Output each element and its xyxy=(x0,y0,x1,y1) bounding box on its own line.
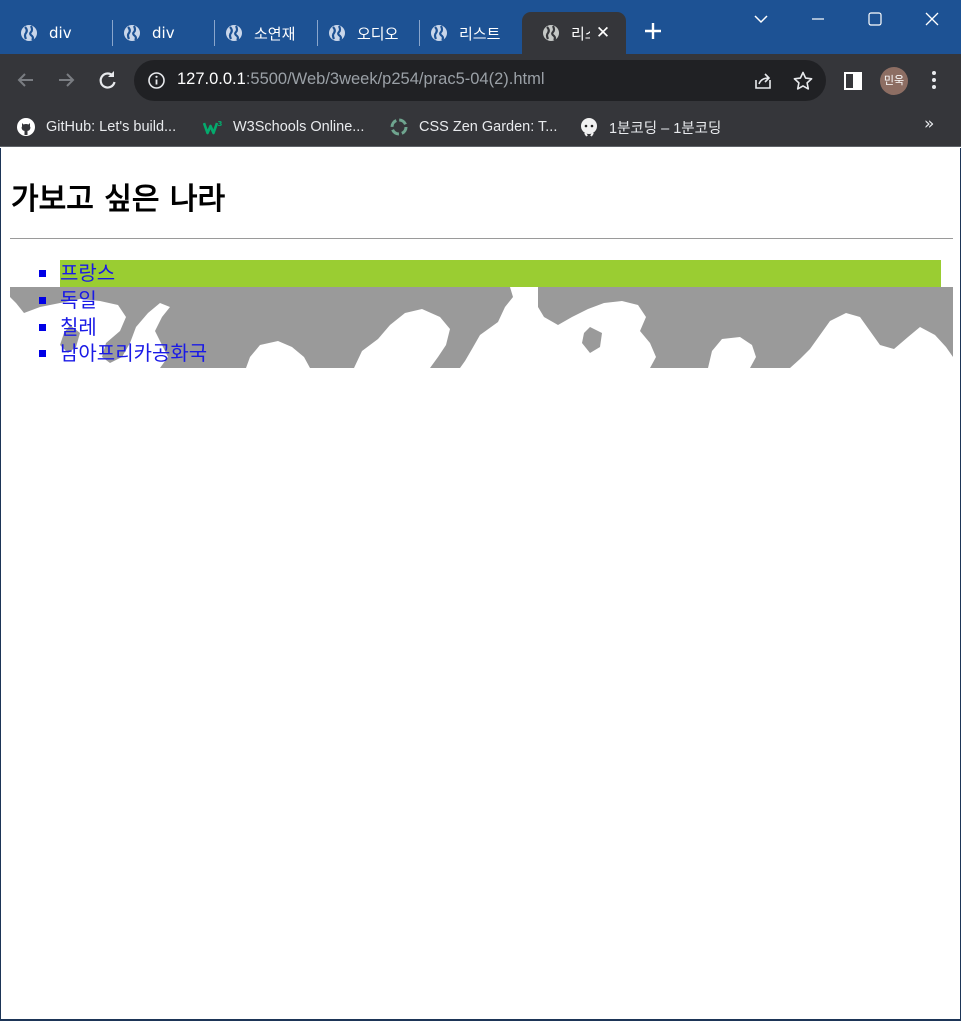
svg-text:3: 3 xyxy=(218,120,223,128)
tab-strip: div div 소연재 오디오 리스트 리스트 ✕ xyxy=(0,0,961,54)
country-list: 프랑스 독일 칠레 남아프리카공화국 xyxy=(10,260,953,368)
tab-search-chevron-icon[interactable] xyxy=(738,0,784,40)
bookmark-star-icon[interactable] xyxy=(792,70,814,92)
1min-coding-icon xyxy=(581,118,597,137)
tab-list[interactable]: 리스트 xyxy=(410,12,522,54)
url-host: 127.0.0.1 xyxy=(177,70,246,88)
github-icon xyxy=(17,118,35,136)
country-link-chile[interactable]: 칠레 xyxy=(60,314,97,341)
list-item: 칠레 xyxy=(10,314,953,341)
tab-list-active[interactable]: 리스트 ✕ xyxy=(522,12,626,54)
menu-dots-icon[interactable] xyxy=(924,68,944,92)
tab-soyeonjae[interactable]: 소연재 xyxy=(205,12,317,54)
more-bookmarks-chevron[interactable]: » xyxy=(924,114,934,134)
minimize-icon[interactable] xyxy=(795,0,841,40)
country-link-france[interactable]: 프랑스 xyxy=(60,260,941,287)
zen-garden-icon xyxy=(390,118,408,136)
globe-icon xyxy=(124,25,140,41)
bookmark-label: W3Schools Online... xyxy=(233,119,365,135)
w3schools-icon: 3 xyxy=(203,120,223,135)
site-info-icon[interactable] xyxy=(147,71,166,90)
browser-toolbar: 127.0.0.1:5500/Web/3week/p254/prac5-04(2… xyxy=(0,54,961,107)
list-bullet xyxy=(39,323,46,331)
page-viewport: 가보고 싶은 나라 프랑스 독일 칠레 남아프리카공화국 xyxy=(0,148,961,1021)
reload-icon[interactable] xyxy=(94,67,120,93)
share-icon[interactable] xyxy=(752,70,774,92)
horizontal-rule xyxy=(10,238,953,239)
tab-label: div xyxy=(152,24,175,42)
tab-label: 리스트 xyxy=(459,24,501,43)
globe-icon xyxy=(431,25,447,41)
bookmarks-bar: GitHub: Let's build... 3 W3Schools Onlin… xyxy=(0,107,961,147)
tab-div-1[interactable]: div xyxy=(0,12,112,54)
address-bar[interactable]: 127.0.0.1:5500/Web/3week/p254/prac5-04(2… xyxy=(134,60,826,101)
list-bullet xyxy=(39,350,46,358)
page-title: 가보고 싶은 나라 xyxy=(11,182,226,217)
bookmark-github[interactable]: GitHub: Let's build... xyxy=(16,114,176,140)
close-window-icon[interactable] xyxy=(909,0,955,40)
side-panel-icon[interactable] xyxy=(843,71,863,91)
url-path: :5500/Web/3week/p254/prac5-04(2).html xyxy=(245,70,545,88)
globe-icon xyxy=(21,25,37,41)
bookmark-w3schools[interactable]: 3 W3Schools Online... xyxy=(203,114,364,140)
maximize-icon[interactable] xyxy=(852,0,898,40)
country-link-germany[interactable]: 독일 xyxy=(60,287,97,314)
bookmark-label: CSS Zen Garden: T... xyxy=(419,119,558,135)
tab-label: 소연재 xyxy=(254,24,296,43)
bookmark-css-zen-garden[interactable]: CSS Zen Garden: T... xyxy=(389,114,557,140)
list-bullet xyxy=(39,296,46,304)
bookmark-label: 1분코딩 – 1분코딩 xyxy=(609,120,722,137)
back-icon[interactable] xyxy=(13,67,39,93)
tab-label: div xyxy=(49,24,72,42)
list-item: 독일 xyxy=(10,287,953,314)
list-item: 남아프리카공화국 xyxy=(10,340,953,367)
tab-div-2[interactable]: div xyxy=(103,12,215,54)
new-tab-icon[interactable] xyxy=(640,18,666,44)
profile-avatar[interactable]: 민욱 xyxy=(880,67,908,95)
close-tab-icon[interactable]: ✕ xyxy=(592,22,614,44)
country-link-south-africa[interactable]: 남아프리카공화국 xyxy=(60,340,207,367)
bookmark-label: GitHub: Let's build... xyxy=(46,119,177,135)
url-text: 127.0.0.1:5500/Web/3week/p254/prac5-04(2… xyxy=(177,70,545,89)
globe-icon xyxy=(543,25,559,41)
tab-audio[interactable]: 오디오 xyxy=(308,12,420,54)
list-item: 프랑스 xyxy=(10,260,953,287)
tab-label: 리스트 xyxy=(571,24,590,43)
forward-icon[interactable] xyxy=(53,67,79,93)
globe-icon xyxy=(329,25,345,41)
globe-icon xyxy=(226,25,242,41)
list-bullet xyxy=(39,270,46,277)
tab-label: 오디오 xyxy=(357,24,399,43)
bookmark-1min-coding[interactable]: 1분코딩 – 1분코딩 xyxy=(579,114,721,140)
